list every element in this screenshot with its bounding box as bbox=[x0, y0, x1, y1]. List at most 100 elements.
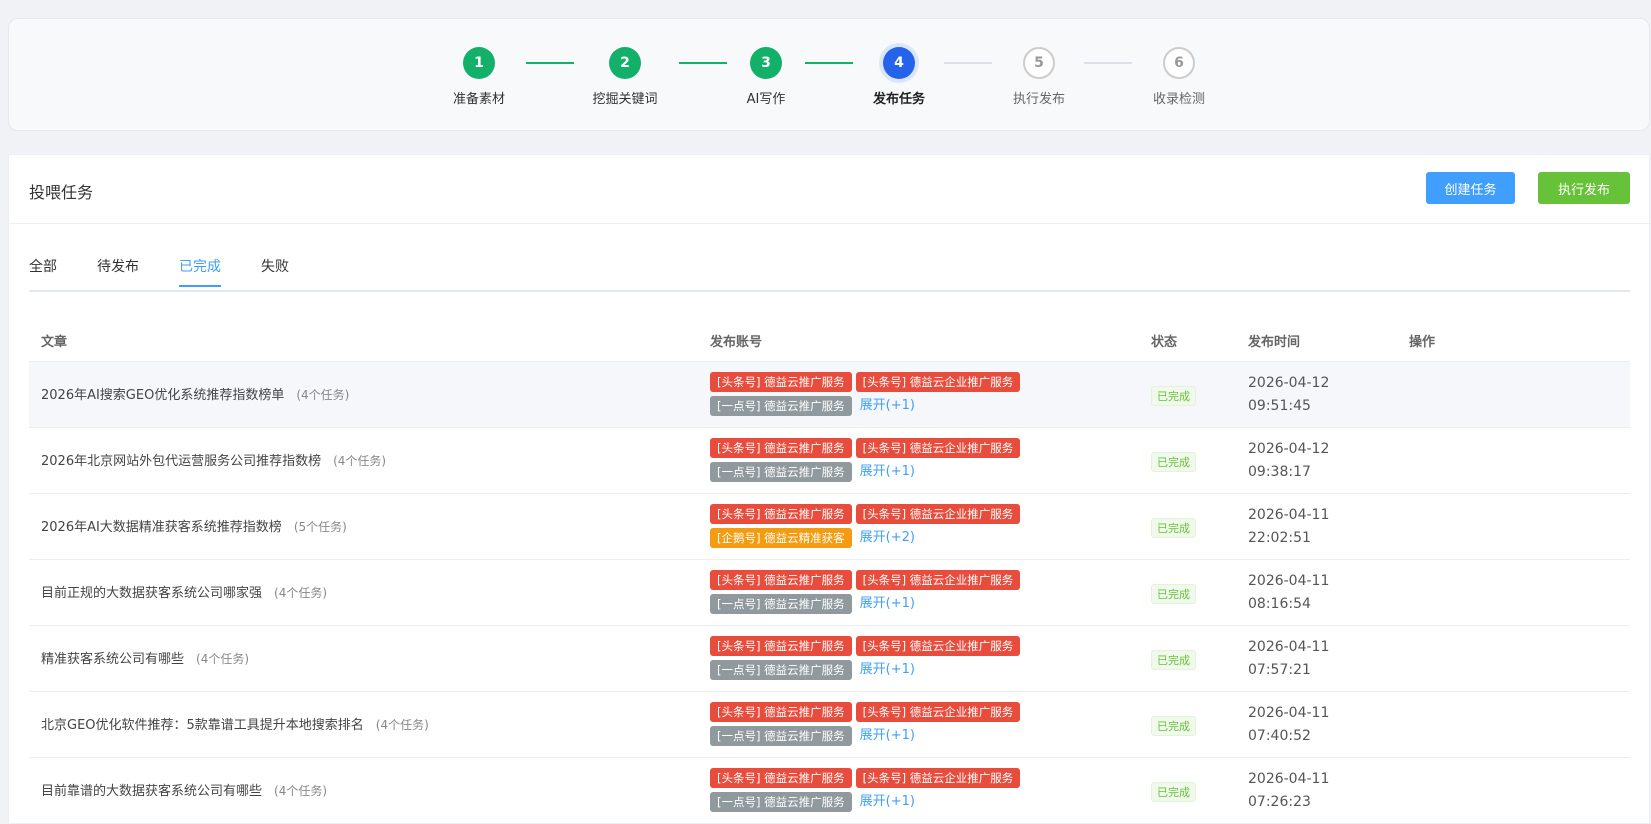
tab-completed[interactable]: 已完成 bbox=[179, 256, 221, 287]
publish-date: 2026-04-11 bbox=[1248, 705, 1330, 721]
account-tag: [头条号] 德益云推广服务 bbox=[710, 372, 852, 392]
account-tag: [头条号] 德益云企业推广服务 bbox=[855, 636, 1021, 656]
expand-link[interactable]: 展开(+1) bbox=[860, 726, 915, 746]
step-4[interactable]: 4 发布任务 bbox=[839, 47, 959, 107]
status-badge: 已完成 bbox=[1151, 386, 1196, 406]
account-tags-line: [一点号] 德益云推广服务 展开(+1) bbox=[710, 462, 1050, 482]
publish-date: 2026-04-11 bbox=[1248, 639, 1330, 655]
expand-link[interactable]: 展开(+1) bbox=[860, 792, 915, 812]
account-tags: [头条号] 德益云推广服务 [头条号] 德益云企业推广服务 [一点号] 德益云推广服… bbox=[710, 570, 1050, 614]
account-tag: [头条号] 德益云推广服务 bbox=[710, 768, 852, 788]
step-label: 收录检测 bbox=[1152, 92, 1205, 107]
publish-time: 2026-04-11 07:40:52 bbox=[1248, 702, 1329, 748]
publish-date: 2026-04-11 bbox=[1248, 507, 1330, 523]
table-row: 目前靠谱的大数据获客系统公司有哪些 (4个任务) [头条号] 德益云推广服务 [头条号… bbox=[29, 758, 1630, 824]
table-row: 2026年AI大数据精准获客系统推荐指数榜 (5个任务) [头条号] 德益云推广服务… bbox=[29, 494, 1630, 560]
panel-header: 投喂任务 创建任务 执行发布 bbox=[9, 155, 1649, 224]
account-tags: [头条号] 德益云推广服务 [头条号] 德益云企业推广服务 [一点号] 德益云推广服… bbox=[710, 768, 1050, 812]
step-6[interactable]: 6 收录检测 bbox=[1119, 47, 1239, 107]
step-3[interactable]: 3 AI写作 bbox=[706, 47, 826, 107]
article-title[interactable]: 2026年AI搜索GEO优化系统推荐指数榜单 (4个任务) bbox=[41, 384, 349, 403]
account-tag: [头条号] 德益云企业推广服务 bbox=[855, 504, 1021, 524]
article-title-text: 2026年AI大数据精准获客系统推荐指数榜 bbox=[41, 520, 282, 535]
tab-pending[interactable]: 待发布 bbox=[97, 256, 139, 285]
step-number: 1 bbox=[463, 47, 495, 79]
step-label: 准备素材 bbox=[452, 92, 505, 107]
article-title[interactable]: 目前靠谱的大数据获客系统公司有哪些 (4个任务) bbox=[41, 780, 327, 799]
execute-publish-button[interactable]: 执行发布 bbox=[1538, 172, 1630, 204]
task-count: (4个任务) bbox=[274, 586, 328, 600]
account-tag: [头条号] 德益云企业推广服务 bbox=[855, 438, 1021, 458]
account-tag: [一点号] 德益云推广服务 bbox=[710, 660, 852, 680]
publish-time: 2026-04-11 07:57:21 bbox=[1248, 636, 1329, 682]
article-title[interactable]: 2026年AI大数据精准获客系统推荐指数榜 (5个任务) bbox=[41, 516, 347, 535]
tab-failed[interactable]: 失败 bbox=[261, 256, 289, 285]
table-header: 文章 发布账号 状态 发布时间 操作 bbox=[29, 315, 1630, 362]
account-tags-line: [头条号] 德益云推广服务 [头条号] 德益云企业推广服务 bbox=[710, 768, 1050, 788]
publish-clock: 09:51:45 bbox=[1248, 398, 1311, 414]
account-tags-line: [头条号] 德益云推广服务 [头条号] 德益云企业推广服务 bbox=[710, 702, 1050, 722]
publish-clock: 22:02:51 bbox=[1248, 530, 1311, 546]
account-tag: [头条号] 德益云推广服务 bbox=[710, 702, 852, 722]
progress-steps: 1 准备素材 2 挖掘关键词 3 AI写作 4 发布任务 5 执行发布 6 收录… bbox=[8, 18, 1650, 131]
task-count: (4个任务) bbox=[196, 652, 250, 666]
article-title[interactable]: 2026年北京网站外包代运营服务公司推荐指数榜 (4个任务) bbox=[41, 450, 386, 469]
column-header-time: 发布时间 bbox=[1248, 335, 1301, 350]
publish-time: 2026-04-11 22:02:51 bbox=[1248, 504, 1329, 550]
article-title-text: 目前正规的大数据获客系统公司哪家强 bbox=[41, 586, 263, 601]
account-tag: [一点号] 德益云推广服务 bbox=[710, 726, 852, 746]
expand-link[interactable]: 展开(+1) bbox=[860, 594, 915, 614]
account-tags: [头条号] 德益云推广服务 [头条号] 德益云企业推广服务 [一点号] 德益云推广服… bbox=[710, 372, 1050, 416]
expand-link[interactable]: 展开(+2) bbox=[860, 528, 915, 548]
account-tags-line: [头条号] 德益云推广服务 [头条号] 德益云企业推广服务 bbox=[710, 504, 1050, 524]
account-tags: [头条号] 德益云推广服务 [头条号] 德益云企业推广服务 [一点号] 德益云推广服… bbox=[710, 702, 1050, 746]
account-tags-line: [一点号] 德益云推广服务 展开(+1) bbox=[710, 792, 1050, 812]
article-title[interactable]: 精准获客系统公司有哪些 (4个任务) bbox=[41, 648, 249, 667]
table-row: 精准获客系统公司有哪些 (4个任务) [头条号] 德益云推广服务 [头条号] 德益云企… bbox=[29, 626, 1630, 692]
step-number: 6 bbox=[1163, 47, 1195, 79]
step-number: 2 bbox=[609, 47, 641, 79]
publish-date: 2026-04-11 bbox=[1248, 573, 1330, 589]
account-tag: [一点号] 德益云推广服务 bbox=[710, 462, 852, 482]
step-label: 挖掘关键词 bbox=[592, 92, 658, 107]
table-row: 2026年AI搜索GEO优化系统推荐指数榜单 (4个任务) [头条号] 德益云推广服… bbox=[29, 362, 1630, 428]
account-tags: [头条号] 德益云推广服务 [头条号] 德益云企业推广服务 [一点号] 德益云推广服… bbox=[710, 636, 1050, 680]
publish-date: 2026-04-12 bbox=[1248, 375, 1330, 391]
article-title-text: 北京GEO优化软件推荐：5款靠谱工具提升本地搜索排名 bbox=[41, 718, 364, 733]
account-tag: [头条号] 德益云推广服务 bbox=[710, 570, 852, 590]
article-title[interactable]: 北京GEO优化软件推荐：5款靠谱工具提升本地搜索排名 (4个任务) bbox=[41, 714, 429, 733]
expand-link[interactable]: 展开(+1) bbox=[860, 660, 915, 680]
step-label: 执行发布 bbox=[1012, 92, 1065, 107]
status-tabs: 全部 待发布 已完成 失败 bbox=[29, 256, 1630, 292]
account-tags-line: [头条号] 德益云推广服务 [头条号] 德益云企业推广服务 bbox=[710, 570, 1050, 590]
task-count: (4个任务) bbox=[274, 784, 328, 798]
create-task-button[interactable]: 创建任务 bbox=[1426, 172, 1515, 204]
publish-time: 2026-04-12 09:51:45 bbox=[1248, 372, 1329, 418]
task-count: (4个任务) bbox=[296, 388, 350, 402]
task-table: 文章 发布账号 状态 发布时间 操作 2026年AI搜索GEO优化系统推荐指数榜… bbox=[29, 315, 1630, 824]
step-number: 4 bbox=[883, 47, 915, 79]
publish-clock: 07:26:23 bbox=[1248, 794, 1311, 810]
account-tags-line: [头条号] 德益云推广服务 [头条号] 德益云企业推广服务 bbox=[710, 438, 1050, 458]
tab-all[interactable]: 全部 bbox=[29, 256, 57, 285]
status-badge: 已完成 bbox=[1151, 716, 1196, 736]
step-1[interactable]: 1 准备素材 bbox=[419, 47, 539, 107]
account-tags-line: [一点号] 德益云推广服务 展开(+1) bbox=[710, 660, 1050, 680]
article-title-text: 2026年AI搜索GEO优化系统推荐指数榜单 bbox=[41, 388, 285, 403]
publish-clock: 07:57:21 bbox=[1248, 662, 1311, 678]
step-label: 发布任务 bbox=[872, 92, 925, 107]
account-tag: [头条号] 德益云企业推广服务 bbox=[855, 768, 1021, 788]
account-tags-line: [一点号] 德益云推广服务 展开(+1) bbox=[710, 594, 1050, 614]
account-tags-line: [头条号] 德益云推广服务 [头条号] 德益云企业推广服务 bbox=[710, 636, 1050, 656]
table-row: 2026年北京网站外包代运营服务公司推荐指数榜 (4个任务) [头条号] 德益云推广… bbox=[29, 428, 1630, 494]
account-tags-line: [一点号] 德益云推广服务 展开(+1) bbox=[710, 726, 1050, 746]
step-5[interactable]: 5 执行发布 bbox=[979, 47, 1099, 107]
status-badge: 已完成 bbox=[1151, 650, 1196, 670]
column-header-actions: 操作 bbox=[1409, 335, 1436, 350]
expand-link[interactable]: 展开(+1) bbox=[860, 462, 915, 482]
step-2[interactable]: 2 挖掘关键词 bbox=[565, 47, 685, 107]
expand-link[interactable]: 展开(+1) bbox=[860, 396, 915, 416]
article-title[interactable]: 目前正规的大数据获客系统公司哪家强 (4个任务) bbox=[41, 582, 327, 601]
account-tag: [头条号] 德益云推广服务 bbox=[710, 438, 852, 458]
status-badge: 已完成 bbox=[1151, 452, 1196, 472]
